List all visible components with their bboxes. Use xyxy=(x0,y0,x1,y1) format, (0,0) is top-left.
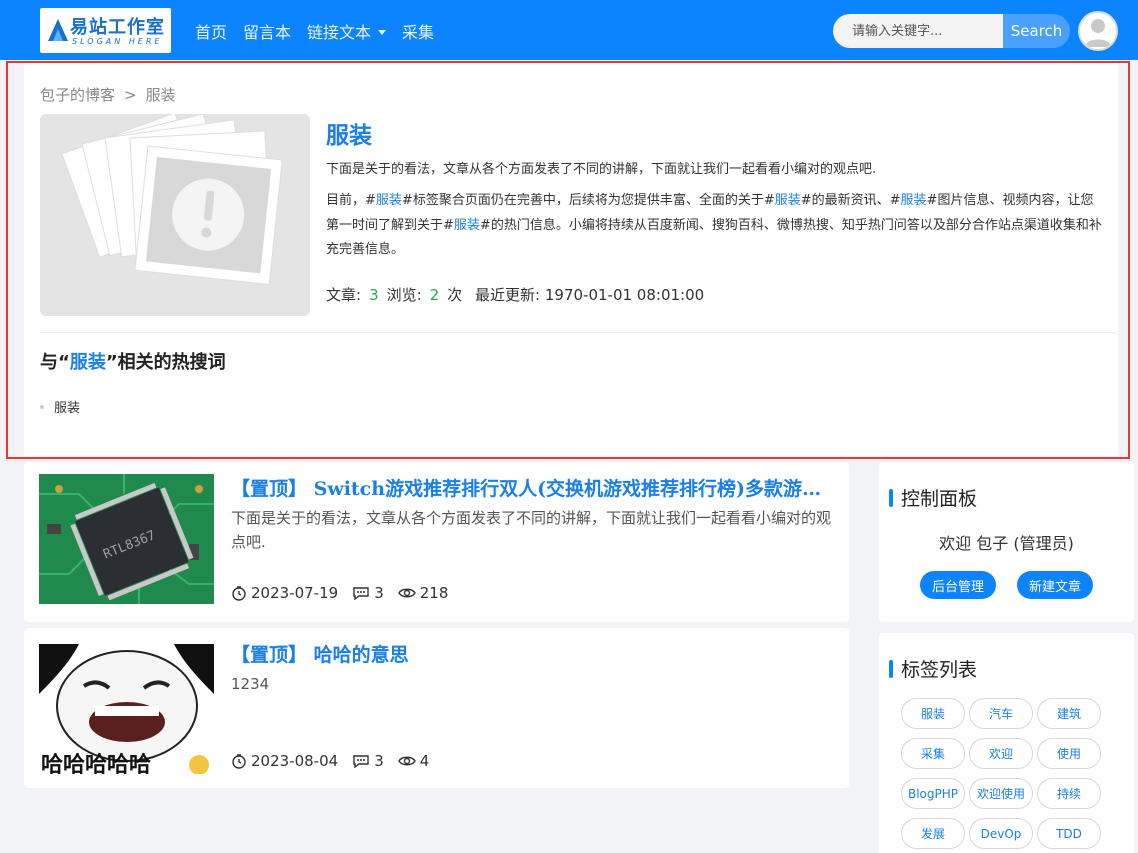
views-unit: 次 xyxy=(447,286,463,304)
tag-pill[interactable]: 持续 xyxy=(1037,778,1101,809)
tag-pill[interactable]: 使用 xyxy=(1037,738,1101,769)
tag-pill[interactable]: 建筑 xyxy=(1037,698,1101,729)
post-comments: 3 xyxy=(352,584,384,602)
post-meta: 2023-07-19 3 218 xyxy=(231,584,462,602)
search-button[interactable]: Search xyxy=(1003,14,1070,48)
section-bar-icon xyxy=(889,659,893,678)
post-excerpt: 下面是关于的看法，文章从各个方面发表了不同的讲解，下面就让我们一起看看小编对的观… xyxy=(231,509,832,551)
post-excerpt: 1234 xyxy=(231,675,270,693)
logo-title: 易站工作室 xyxy=(70,17,165,38)
meme-face-image: 哈哈哈哈哈 xyxy=(39,644,214,774)
comment-icon xyxy=(353,587,369,601)
tag-pill[interactable]: 采集 xyxy=(901,738,965,769)
user-avatar-icon[interactable] xyxy=(1078,11,1118,51)
tag-keyword-link[interactable]: 服装 xyxy=(376,193,402,208)
search-form: Search xyxy=(833,14,1070,48)
image-placeholder-icon xyxy=(61,114,283,285)
articles-label: 文章: xyxy=(326,286,362,304)
tag-keyword-link[interactable]: 服装 xyxy=(901,193,927,208)
nav-guestbook[interactable]: 留言本 xyxy=(243,19,291,43)
tag-intro-text: 下面是关于的看法，文章从各个方面发表了不同的讲解，下面就让我们一起看看小编对的观… xyxy=(326,162,877,177)
tag-list-header: 标签列表 xyxy=(889,655,977,682)
post-views: 4 xyxy=(397,752,429,770)
eye-icon xyxy=(397,756,416,766)
search-input[interactable] xyxy=(833,14,1003,48)
tag-header-card: 包子的博客 > 服装 服装 下面是关于的看法，文章从各个方面发表了不同的讲解，下面就… xyxy=(24,62,1118,456)
control-panel-card: 控制面板 欢迎 包子 (管理员) 后台管理 新建文章 xyxy=(879,462,1134,622)
eye-icon xyxy=(397,588,416,598)
tag-list-card: 标签列表 服装 汽车 建筑 采集 欢迎 使用 BlogPHP 欢迎使用 持续 发… xyxy=(879,633,1134,853)
control-panel-header: 控制面板 xyxy=(889,484,977,511)
comment-icon xyxy=(353,755,369,769)
admin-button[interactable]: 后台管理 xyxy=(920,571,996,599)
articles-count: 3 xyxy=(369,286,379,304)
post-title-link[interactable]: 【置顶】 Switch游戏推荐排行双人(交换机游戏推荐排行榜)多款游戏推荐 xyxy=(231,474,836,501)
tag-pill[interactable]: 欢迎 xyxy=(969,738,1033,769)
new-post-button[interactable]: 新建文章 xyxy=(1017,571,1093,599)
post-thumbnail[interactable]: 哈哈哈哈哈 xyxy=(39,644,214,774)
nav-home[interactable]: 首页 xyxy=(195,19,227,43)
tag-description: 目前，#服装#标签聚合页面仍在完善中，后续将为您提供丰富、全面的关于#服装#的最… xyxy=(326,193,1102,257)
post-meta: 2023-08-04 3 4 xyxy=(231,752,443,770)
main-nav: 首页 留言本 链接文本 采集 xyxy=(195,19,450,43)
updated-label: 最近更新: xyxy=(475,286,541,304)
views-count: 2 xyxy=(429,286,440,304)
circuit-board-image: RTL8367 xyxy=(39,474,214,604)
hot-search-title: 与“服装”相关的热搜词 xyxy=(40,352,226,373)
tag-list-title: 标签列表 xyxy=(901,659,978,681)
post-date: 2023-08-04 xyxy=(231,752,338,770)
breadcrumb: 包子的博客 > 服装 xyxy=(40,84,176,105)
post-comments: 3 xyxy=(352,752,384,770)
tag-pill[interactable]: BlogPHP xyxy=(901,778,965,809)
hot-search-label: 服装 xyxy=(54,401,81,416)
tag-pill[interactable]: 发展 xyxy=(901,818,965,849)
control-panel-title: 控制面板 xyxy=(901,488,978,510)
tag-keyword-link[interactable]: 服装 xyxy=(775,193,801,208)
breadcrumb-home[interactable]: 包子的博客 xyxy=(40,86,115,104)
tag-stats: 文章: 3 浏览: 2 次 最近更新: 1970-01-01 08:01:00 xyxy=(326,284,704,305)
tag-title: 服装 xyxy=(326,123,372,149)
views-label: 浏览: xyxy=(386,286,422,304)
post-title-link[interactable]: 【置顶】 哈哈的意思 xyxy=(231,640,836,667)
clock-icon xyxy=(232,586,246,601)
tag-pill[interactable]: DevOp xyxy=(969,818,1033,849)
tag-pill[interactable]: 汽车 xyxy=(969,698,1033,729)
site-logo[interactable]: 易站工作室 SLOGAN HERE xyxy=(40,8,171,53)
post-thumbnail[interactable]: RTL8367 xyxy=(39,474,214,604)
logo-slogan: SLOGAN HERE xyxy=(72,37,163,46)
top-navbar: 易站工作室 SLOGAN HERE 首页 留言本 链接文本 采集 Search xyxy=(0,0,1138,60)
nav-collect[interactable]: 采集 xyxy=(402,19,434,43)
tag-cover-image xyxy=(40,114,310,316)
tag-keyword-link[interactable]: 服装 xyxy=(454,218,480,233)
post-date: 2023-07-19 xyxy=(231,584,338,602)
logo-icon xyxy=(48,19,68,41)
post-card: RTL8367 【置顶】 Switch游戏推荐排行双人(交换机游戏推荐排行榜)多… xyxy=(24,462,849,622)
nav-links-dropdown[interactable]: 链接文本 xyxy=(307,19,387,43)
nav-links-label: 链接文本 xyxy=(307,23,372,42)
clock-icon xyxy=(232,754,246,769)
tag-pill[interactable]: 服装 xyxy=(901,698,965,729)
updated-time: 1970-01-01 08:01:00 xyxy=(544,286,705,304)
post-views: 218 xyxy=(397,584,448,602)
tag-pill[interactable]: TDD xyxy=(1037,818,1101,849)
chevron-down-icon xyxy=(378,29,387,35)
bullet-icon xyxy=(40,404,44,409)
welcome-text: 欢迎 包子 (管理员) xyxy=(939,534,1074,553)
tag-pill[interactable]: 欢迎使用 xyxy=(969,778,1033,809)
divider xyxy=(40,332,1117,333)
section-bar-icon xyxy=(889,488,893,507)
meme-caption: 哈哈哈哈哈 xyxy=(41,752,151,774)
post-card: 哈哈哈哈哈 【置顶】 哈哈的意思 1234 2023-08-04 3 4 xyxy=(24,628,849,788)
breadcrumb-separator: > xyxy=(124,86,137,104)
breadcrumb-current: 服装 xyxy=(145,86,176,104)
hot-search-item[interactable]: 服装 xyxy=(40,397,80,416)
avatar-silhouette xyxy=(1085,19,1111,47)
